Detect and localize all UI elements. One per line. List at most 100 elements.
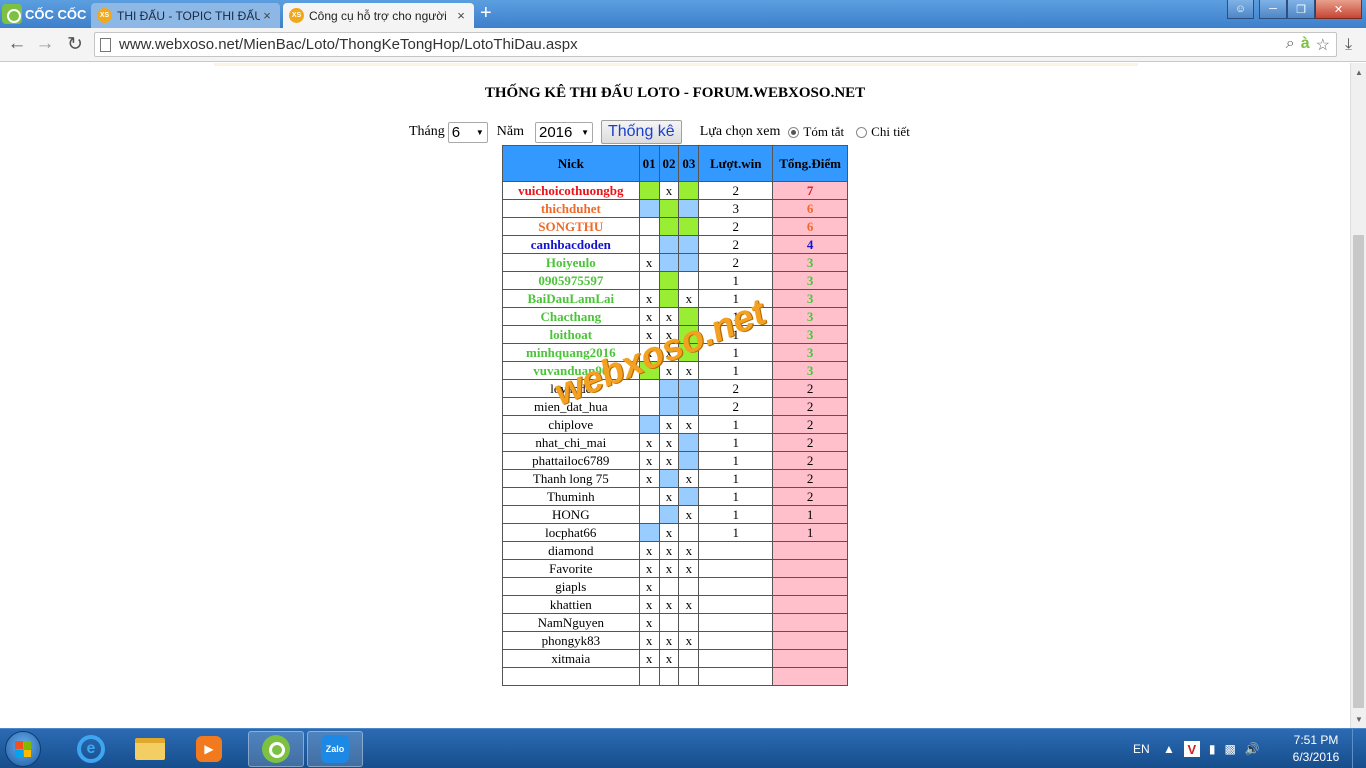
browser-toolbar: ← → ↻ www.webxoso.net/MienBac/Loto/Thong… [0,28,1366,62]
show-hidden-icons-icon[interactable]: ▲ [1163,742,1175,756]
cell-day-02 [658,469,680,488]
reload-icon[interactable]: ↻ [63,32,87,56]
header-strip [214,63,1138,66]
cell-wins: 2 [698,217,774,236]
table-row: Favorite x x x [502,559,848,578]
table-row: HONG x 1 1 [502,505,848,524]
browser-titlebar: CỐC CỐC XS THI ĐẤU - TOPIC THI ĐẤU × XS … [0,0,1366,28]
table-body: vuichoicothuongbg x 2 7 thichduhet 3 6 SONGTHU 2… [502,181,848,686]
cell-wins: 1 [698,289,774,308]
cell-nick: BaiDauLamLai [502,289,640,308]
show-desktop-button[interactable] [1352,729,1366,768]
cell-wins: 1 [698,271,774,290]
bookmark-star-icon[interactable]: ☆ [1316,35,1330,55]
unikey-v-icon[interactable]: V [1183,741,1200,757]
cell-points: 3 [772,325,848,344]
cell-day-02: x [658,559,680,578]
browser-logo[interactable]: CỐC CỐC [2,2,86,26]
table-row: 0905975597 1 3 [502,271,848,290]
table-row: minhquang2016 x x 1 3 [502,343,848,362]
translate-icon[interactable]: à [1301,35,1310,55]
back-arrow-icon[interactable]: ← [5,32,29,56]
table-row: loithoat x x 1 3 [502,325,848,344]
volume-icon[interactable]: 🔊 [1245,742,1260,756]
table-row: Thuminh x 1 2 [502,487,848,506]
close-icon[interactable]: × [260,8,274,23]
forward-arrow-icon[interactable]: → [33,32,57,56]
minimize-button[interactable]: ─ [1259,0,1287,19]
taskbar-internet-explorer[interactable]: e [63,731,119,767]
cell-wins [698,613,774,632]
year-select[interactable]: 2016 ▼ [534,121,593,143]
browser-brand: CỐC CỐC [25,6,87,22]
taskbar-zalo[interactable]: Zalo [307,731,363,767]
radio-checked-icon[interactable] [788,126,800,138]
user-icon[interactable]: ☺ [1227,0,1254,19]
filter-controls: Tháng 6 ▼ Năm 2016 ▼ Thống kê Lựa chọn x… [409,120,922,144]
language-indicator[interactable]: EN [1133,729,1150,768]
cell-wins: 1 [698,451,774,470]
media-player-icon: ▶ [196,736,222,762]
cell-wins: 2 [698,379,774,398]
table-row: khattien x x x [502,595,848,614]
cell-day-03: x [678,595,700,614]
cell-day-01 [638,667,660,686]
tab-cong-cu[interactable]: XS Công cụ hỗ trợ cho người × [283,3,474,28]
cell-day-01: x [638,253,660,272]
statistics-button[interactable]: Thống kê [600,120,682,144]
cell-nick: mien_dat_hua [502,397,640,416]
url-text[interactable]: www.webxoso.net/MienBac/Loto/ThongKeTong… [119,36,1286,53]
cell-points [772,595,848,614]
cell-day-01 [638,235,660,254]
cell-day-02: x [658,415,680,434]
radio-detail[interactable]: Chi tiết [856,124,910,140]
radio-unchecked-icon[interactable] [856,126,868,138]
scroll-up-arrow-icon[interactable]: ▲ [1351,65,1366,79]
cell-wins [698,631,774,650]
tab-thi-dau[interactable]: XS THI ĐẤU - TOPIC THI ĐẤU × [91,3,280,28]
table-row: locphat66 x 1 1 [502,523,848,542]
cell-day-01: x [638,649,660,668]
radio-summary[interactable]: Tóm tắt [788,124,844,140]
address-bar[interactable]: www.webxoso.net/MienBac/Loto/ThongKeTong… [94,32,1337,57]
new-tab-button[interactable]: + [480,2,492,25]
cell-day-02 [658,613,680,632]
cell-points: 2 [772,397,848,416]
cell-day-03: x [678,631,700,650]
cell-day-03: x [678,289,700,308]
cell-wins: 3 [698,199,774,218]
coccoc-logo-icon [2,4,22,24]
cell-wins: 1 [698,487,774,506]
taskbar-file-explorer[interactable] [122,731,178,767]
cell-nick: locphat66 [502,523,640,542]
close-window-button[interactable]: ✕ [1315,0,1362,19]
table-row: NamNguyen x [502,613,848,632]
cell-day-03: x [678,541,700,560]
cell-day-03 [678,397,700,416]
cell-nick: xitmaia [502,649,640,668]
cell-nick: nhat_chi_mai [502,433,640,452]
clock-date: 6/3/2016 [1292,750,1340,764]
start-button[interactable] [5,731,41,767]
taskbar-media-player[interactable]: ▶ [181,731,237,767]
scroll-down-arrow-icon[interactable]: ▼ [1351,712,1366,726]
month-select[interactable]: 6 ▼ [447,121,488,143]
vertical-scrollbar[interactable]: ▲ ▼ [1350,63,1366,728]
cell-points: 2 [772,433,848,452]
taskbar-coccoc-browser[interactable] [248,731,304,767]
battery-icon[interactable]: ▮ [1209,742,1216,756]
system-clock[interactable]: 7:51 PM 6/3/2016 [1290,729,1342,768]
scrollbar-thumb[interactable] [1353,235,1364,708]
page-viewport: THỐNG KÊ THI ĐẤU LOTO - FORUM.WEBXOSO.NE… [0,63,1350,728]
cell-wins: 2 [698,235,774,254]
page-icon [100,37,111,52]
cell-wins: 1 [698,343,774,362]
table-row: vuichoicothuongbg x 2 7 [502,181,848,200]
download-icon[interactable]: ⤓ [1345,36,1352,54]
network-signal-icon[interactable]: ▩ [1225,742,1236,756]
cell-day-03: x [678,469,700,488]
close-icon[interactable]: × [454,8,468,23]
maximize-button[interactable]: ❐ [1287,0,1315,19]
column-header-day-02: 02 [658,145,680,182]
zoom-icon[interactable]: ⌕ [1286,35,1295,55]
